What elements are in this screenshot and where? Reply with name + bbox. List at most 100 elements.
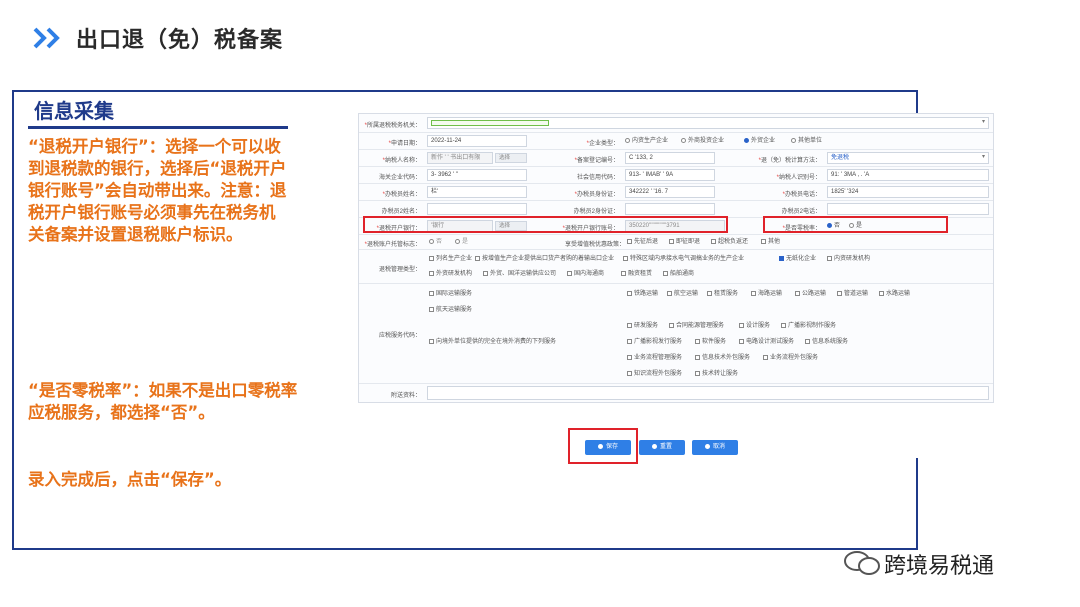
ent-type-option-1[interactable]: 内资生产企业 [625,137,668,145]
ent-type-option-2[interactable]: 外商投资企业 [681,137,724,145]
frame-border-bottom [12,548,918,550]
service-rail[interactable]: 铁路运输 [627,290,658,298]
handler2-id-field[interactable] [625,203,715,215]
service-info-system[interactable]: 信息系统服务 [805,338,848,346]
service-offshore[interactable]: 向境外单位提供的完全在境外消费的下列服务 [429,338,556,346]
handler-label: 办税员姓名： [359,189,421,198]
panel-title: 信息采集 [34,99,114,123]
filing-form: 所属退税税务机关： 申请日期： 2022-11-24 企业类型： 内资生产企业 … [358,113,994,403]
taxid-field[interactable]: 91: ' 3MA , . 'A [827,169,989,181]
policy-option-4[interactable]: 其他 [761,238,780,246]
service-bpo[interactable]: 业务流程外包服务 [763,354,818,362]
authority-label: 所属退税税务机关： [359,120,421,129]
page-title: 出口退（免）税备案 [76,28,284,53]
cancel-icon [704,443,710,449]
account-flag-yes[interactable]: 是 [455,238,468,246]
cancel-button[interactable]: 取消 [692,440,738,455]
taxpayer-name-field[interactable]: 新作 ' ' 书出口有限 [427,152,493,164]
mgmt-option-10[interactable]: 船舶通商 [663,270,694,278]
double-chevron-icon [33,27,60,49]
attach-field[interactable] [427,386,989,400]
authority-highlight [431,120,549,126]
service-film-production[interactable]: 广播影视制作服务 [781,322,836,330]
service-leasing[interactable]: 租赁服务 [707,290,738,298]
handler2-tel-field[interactable] [827,203,989,215]
mgmt-option-7[interactable]: 外贸、国洋运输供应公司 [483,270,556,278]
mgmt-option-2[interactable]: 按增值生产企业提供出口货产者购的着输出口企业 [475,255,614,263]
reg-no-label: 备案登记编号： [549,155,619,164]
save-button[interactable]: 保存 [585,440,631,455]
handler-field[interactable]: 栏' [427,186,527,198]
note-zero-rate: “是否零税率”：如果不是出口零税率应税服务，都选择“否”。 [28,381,298,422]
ent-type-label: 企业类型： [549,138,619,147]
handler-tel-label: 办税员电话： [727,189,821,198]
service-road[interactable]: 公路运输 [795,290,826,298]
service-ito[interactable]: 信息技术外包服务 [695,354,750,362]
watermark-text: 跨境易税通 [884,554,995,579]
service-intl-transport[interactable]: 国际运输服务 [429,290,472,298]
ent-type-option-4[interactable]: 其他单位 [791,137,822,145]
method-label: 退（免）税计算方法： [727,155,821,164]
panel-title-underline [28,126,288,129]
policy-option-2[interactable]: 即征即退 [669,238,700,246]
service-bpm[interactable]: 业务流程管理服务 [627,354,682,362]
handler-id-field[interactable]: 342222 ' '16. 7 [625,186,715,198]
account-flag-label: 退税账户托管标志： [359,239,421,248]
service-pipeline[interactable]: 管道运输 [837,290,868,298]
service-air[interactable]: 航空运输 [667,290,698,298]
wechat-logo-icon [844,551,880,575]
frame-border-left [12,90,14,550]
service-label: 应税服务代码： [378,333,421,339]
date-label: 申请日期： [359,138,421,147]
policy-option-3[interactable]: 超税负返还 [711,238,748,246]
attach-label: 附送资料： [390,393,421,399]
handler-tel-field[interactable]: 1825' '324 [827,186,989,198]
credit-label: 社会信用代码： [576,175,619,181]
service-water[interactable]: 水路运输 [879,290,910,298]
reset-button[interactable]: 重置 [639,440,685,455]
service-rd[interactable]: 研发服务 [627,322,658,330]
note-save: 录入完成后，点击“保存”。 [28,470,232,489]
customs-field[interactable]: 3- 3962 ' " [427,169,527,181]
customs-label: 海关企业代码： [378,175,421,181]
handler2-field[interactable] [427,203,527,215]
account-flag-no[interactable]: 否 [429,238,442,246]
handler2-tel-label: 办税员2电话： [781,209,821,215]
service-kpo[interactable]: 知识流程外包服务 [627,370,682,378]
mgmt-option-5[interactable]: 内资研发机构 [827,255,870,263]
service-sea[interactable]: 海路运输 [751,290,782,298]
save-icon [597,443,603,449]
policy-option-1[interactable]: 先征后退 [627,238,658,246]
taxpayer-name-label: 纳税人名称： [359,155,421,164]
service-design[interactable]: 设计服务 [739,322,770,330]
service-software[interactable]: 软件服务 [695,338,726,346]
frame-border-top [12,90,918,92]
reset-icon [651,443,657,449]
method-select[interactable]: 免退税 [827,152,989,164]
highlight-zero-rate [763,216,948,233]
taxpayer-select-button[interactable]: 选择 [495,153,527,163]
highlight-bank-row [363,216,728,233]
handler-id-label: 办税员身份证： [549,189,619,198]
service-energy[interactable]: 合同能源管理服务 [669,322,724,330]
credit-field[interactable]: 913- ' IMAB' ' 9A [625,169,715,181]
handler2-id-label: 办税员2身份证： [573,209,619,215]
mgmt-option-3[interactable]: 特殊区域内承接水电气调搞业务的生产企业 [623,255,744,263]
handler2-label: 办税员2姓名： [381,209,421,215]
ent-type-option-3[interactable]: 外贸企业 [744,137,775,145]
reg-no-field[interactable]: C '133, 2 [625,152,715,164]
mgmt-option-6[interactable]: 外资研发机构 [429,270,472,278]
policy-label: 享受增值税优惠政策： [564,242,625,248]
service-space[interactable]: 航天运输服务 [429,306,472,314]
service-tech-transfer[interactable]: 技术转让服务 [695,370,738,378]
mgmt-option-1[interactable]: 列名生产企业 [429,255,472,263]
mgmt-option-9[interactable]: 融资租赁 [621,270,652,278]
date-field[interactable]: 2022-11-24 [427,135,527,147]
mgmt-option-8[interactable]: 国内海通商 [567,270,604,278]
mgmt-option-4[interactable]: 无纸化企业 [779,255,816,263]
note-bank: “退税开户银行”：选择一个可以收到退税款的银行，选择后“退税开户银行账号”会自动… [28,137,287,244]
service-circuit-design[interactable]: 电路设计测试服务 [739,338,794,346]
service-film-distribution[interactable]: 广播影视发行服务 [627,338,682,346]
mgmt-label: 退税管理类型： [378,267,421,273]
taxid-label: 纳税人识别号： [727,172,821,181]
